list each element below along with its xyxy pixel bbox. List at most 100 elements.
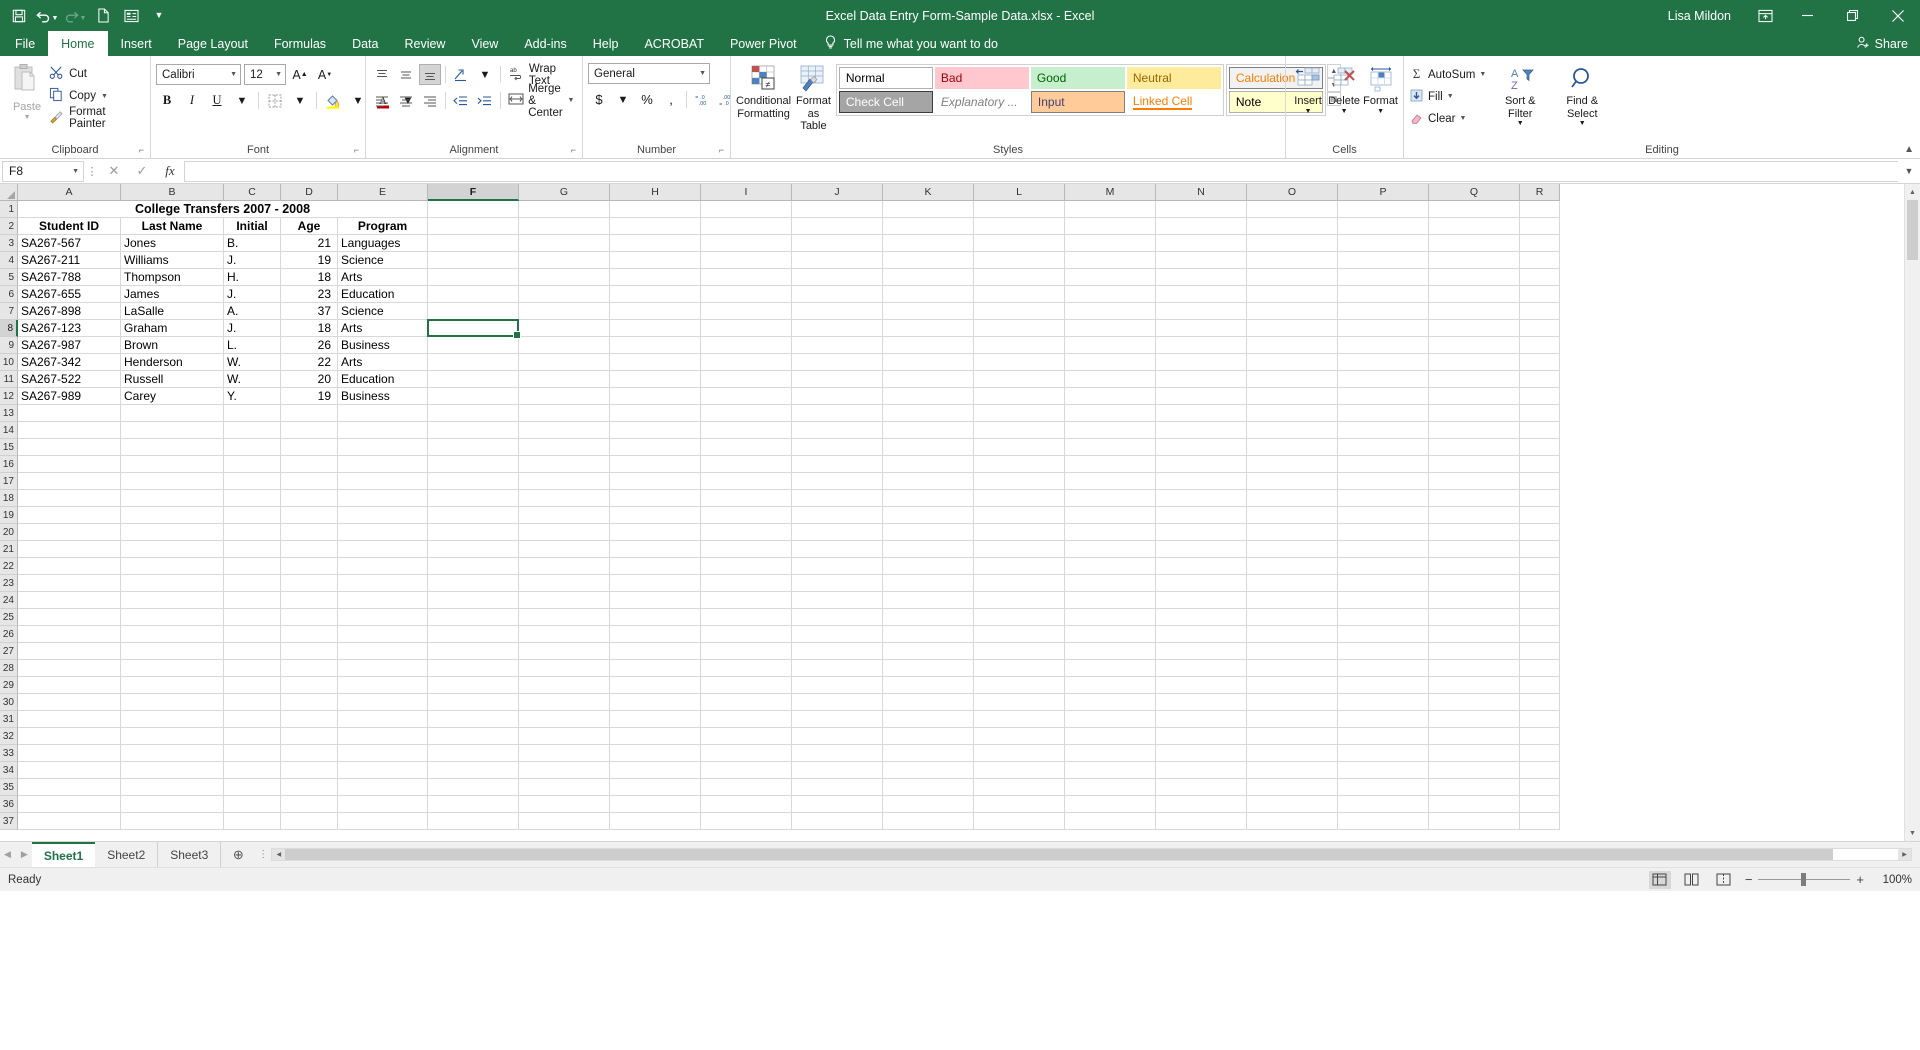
cell-G20[interactable] (519, 524, 610, 541)
cell-D10[interactable]: 22 (281, 354, 338, 371)
cell-H5[interactable] (610, 269, 701, 286)
cell-F20[interactable] (428, 524, 519, 541)
cell-N23[interactable] (1156, 575, 1247, 592)
cell-E22[interactable] (338, 558, 428, 575)
cell-C32[interactable] (224, 728, 281, 745)
cell-M14[interactable] (1065, 422, 1156, 439)
cell-K31[interactable] (883, 711, 974, 728)
clear-dropdown-arrow-icon[interactable]: ▼ (1459, 115, 1466, 122)
previous-sheet-icon[interactable]: ◀ (4, 849, 11, 860)
cell-E30[interactable] (338, 694, 428, 711)
cell-D37[interactable] (281, 813, 338, 830)
cell-F24[interactable] (428, 592, 519, 609)
column-header-I[interactable]: I (701, 184, 792, 201)
cell-C23[interactable] (224, 575, 281, 592)
align-middle-button[interactable] (395, 64, 417, 85)
cell-P18[interactable] (1338, 490, 1429, 507)
cell-style-neutral[interactable]: Neutral (1127, 67, 1221, 89)
cell-R30[interactable] (1520, 694, 1560, 711)
cell-B28[interactable] (121, 660, 224, 677)
cell-O20[interactable] (1247, 524, 1338, 541)
cell-J29[interactable] (792, 677, 883, 694)
cell-G34[interactable] (519, 762, 610, 779)
cell-A16[interactable] (18, 456, 121, 473)
cell-C4[interactable]: J. (224, 252, 281, 269)
cell-O26[interactable] (1247, 626, 1338, 643)
cell-H26[interactable] (610, 626, 701, 643)
cell-C8[interactable]: J. (224, 320, 281, 337)
row-header-14[interactable]: 14 (0, 422, 18, 439)
cell-C30[interactable] (224, 694, 281, 711)
cell-F3[interactable] (428, 235, 519, 252)
cell-Q23[interactable] (1429, 575, 1520, 592)
merged-title-cell[interactable]: College Transfers 2007 - 2008 (18, 201, 428, 218)
cell-H19[interactable] (610, 507, 701, 524)
cell-P10[interactable] (1338, 354, 1429, 371)
cell-K10[interactable] (883, 354, 974, 371)
cell-Q9[interactable] (1429, 337, 1520, 354)
cell-F26[interactable] (428, 626, 519, 643)
cell-G33[interactable] (519, 745, 610, 762)
cell-R37[interactable] (1520, 813, 1560, 830)
cell-O31[interactable] (1247, 711, 1338, 728)
cell-L26[interactable] (974, 626, 1065, 643)
cell-H33[interactable] (610, 745, 701, 762)
delete-dropdown-arrow-icon[interactable]: ▼ (1341, 108, 1348, 116)
cell-G9[interactable] (519, 337, 610, 354)
cell-G21[interactable] (519, 541, 610, 558)
cell-R21[interactable] (1520, 541, 1560, 558)
cell-E27[interactable] (338, 643, 428, 660)
cell-E21[interactable] (338, 541, 428, 558)
cell-M22[interactable] (1065, 558, 1156, 575)
cell-C35[interactable] (224, 779, 281, 796)
cell-R12[interactable] (1520, 388, 1560, 405)
cell-O21[interactable] (1247, 541, 1338, 558)
cell-style-good[interactable]: Good (1031, 67, 1125, 89)
cell-D34[interactable] (281, 762, 338, 779)
format-dropdown-arrow-icon[interactable]: ▼ (1377, 108, 1384, 116)
cell-I26[interactable] (701, 626, 792, 643)
cell-C17[interactable] (224, 473, 281, 490)
tab-file[interactable]: File (2, 31, 48, 56)
row-header-5[interactable]: 5 (0, 269, 18, 286)
cell-N35[interactable] (1156, 779, 1247, 796)
cell-M10[interactable] (1065, 354, 1156, 371)
paste-button[interactable]: Paste ▼ (5, 61, 49, 121)
percent-format-button[interactable]: % (636, 89, 658, 110)
cell-D9[interactable]: 26 (281, 337, 338, 354)
zoom-thumb[interactable] (1801, 873, 1806, 886)
cell-I22[interactable] (701, 558, 792, 575)
cell-J21[interactable] (792, 541, 883, 558)
cell-F2[interactable] (428, 218, 519, 235)
cell-H21[interactable] (610, 541, 701, 558)
cell-C34[interactable] (224, 762, 281, 779)
cell-C5[interactable]: H. (224, 269, 281, 286)
cell-K21[interactable] (883, 541, 974, 558)
zoom-out-button[interactable]: − (1745, 872, 1753, 887)
cell-H4[interactable] (610, 252, 701, 269)
cell-F23[interactable] (428, 575, 519, 592)
cell-M3[interactable] (1065, 235, 1156, 252)
cell-L8[interactable] (974, 320, 1065, 337)
cell-N28[interactable] (1156, 660, 1247, 677)
cell-Q35[interactable] (1429, 779, 1520, 796)
cell-L5[interactable] (974, 269, 1065, 286)
find-and-select-button[interactable]: Find & Select ▼ (1554, 62, 1610, 128)
cell-I27[interactable] (701, 643, 792, 660)
column-header-O[interactable]: O (1247, 184, 1338, 201)
cell-L13[interactable] (974, 405, 1065, 422)
clipboard-dialog-launcher[interactable]: ⌐ (139, 145, 144, 155)
cell-E5[interactable]: Arts (338, 269, 428, 286)
cell-M30[interactable] (1065, 694, 1156, 711)
row-header-7[interactable]: 7 (0, 303, 18, 320)
cell-P16[interactable] (1338, 456, 1429, 473)
cell-P12[interactable] (1338, 388, 1429, 405)
cell-C18[interactable] (224, 490, 281, 507)
cell-J8[interactable] (792, 320, 883, 337)
cell-H36[interactable] (610, 796, 701, 813)
cell-K28[interactable] (883, 660, 974, 677)
tab-data[interactable]: Data (339, 31, 391, 56)
cell-F14[interactable] (428, 422, 519, 439)
tab-insert[interactable]: Insert (108, 31, 165, 56)
cell-H32[interactable] (610, 728, 701, 745)
